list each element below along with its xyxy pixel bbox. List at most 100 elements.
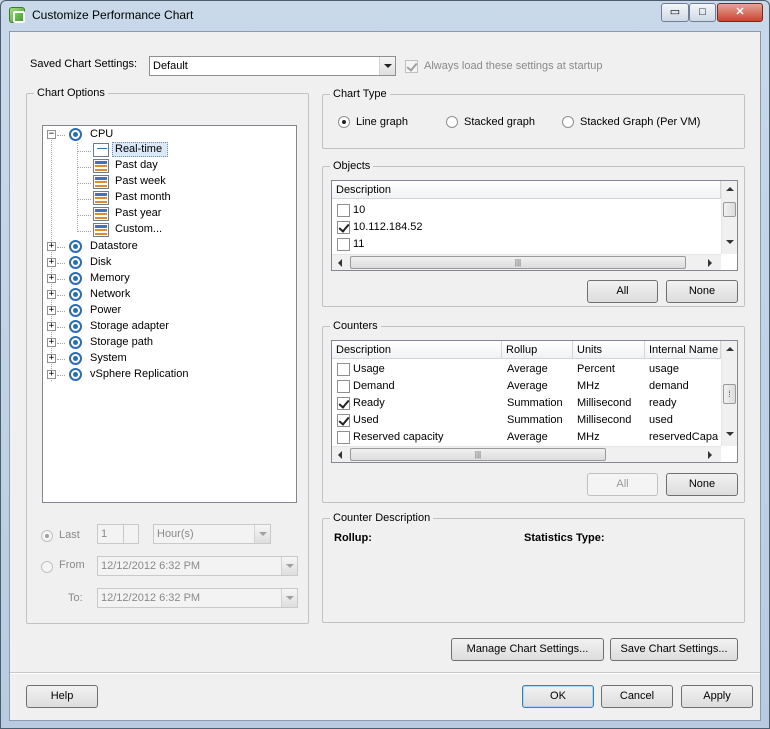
counter-checkbox[interactable]	[337, 431, 350, 444]
scroll-down-icon[interactable]	[726, 432, 734, 436]
expand-icon[interactable]: +	[47, 322, 56, 331]
tree-item-datastore[interactable]: Datastore	[90, 240, 138, 252]
counter-description: Ready	[353, 397, 385, 409]
horizontal-scroll-thumb[interactable]: |||	[350, 256, 686, 269]
collapse-icon[interactable]: −	[47, 130, 56, 139]
scroll-down-icon[interactable]	[726, 240, 734, 244]
tree-item-vsphere-replication[interactable]: vSphere Replication	[90, 368, 188, 380]
scroll-left-icon[interactable]	[338, 259, 342, 267]
minimize-icon: ▭	[669, 6, 681, 18]
scroll-right-icon[interactable]	[708, 451, 712, 459]
counter-checkbox[interactable]	[337, 397, 350, 410]
counters-vertical-scrollbar[interactable]: ⁞	[721, 341, 737, 446]
tree-item-past-week[interactable]: Past week	[115, 175, 166, 187]
line-graph-label[interactable]: Line graph	[356, 116, 408, 128]
title-bar[interactable]: Customize Performance Chart ▭ □ ✕	[1, 1, 769, 31]
tree-item-network[interactable]: Network	[90, 288, 130, 300]
stacked-graph-label[interactable]: Stacked graph	[464, 116, 535, 128]
chevron-down-icon[interactable]	[281, 557, 297, 575]
scroll-left-icon[interactable]	[338, 451, 342, 459]
scroll-thumb[interactable]: ⁞	[723, 384, 736, 404]
tree-item-custom[interactable]: Custom...	[115, 223, 162, 235]
cancel-button[interactable]: Cancel	[601, 685, 673, 708]
always-load-checkbox[interactable]	[405, 60, 418, 73]
counters-none-button[interactable]: None	[666, 473, 738, 496]
line-graph-radio[interactable]	[338, 116, 350, 128]
tree-item-storage-path[interactable]: Storage path	[90, 336, 153, 348]
counters-horizontal-scrollbar[interactable]: |||	[332, 446, 721, 462]
counter-checkbox[interactable]	[337, 363, 350, 376]
scroll-up-icon[interactable]	[726, 187, 734, 191]
stacked-graph-radio[interactable]	[446, 116, 458, 128]
from-date-picker[interactable]: 12/12/2012 6:32 PM	[97, 556, 298, 576]
apply-button[interactable]: Apply	[681, 685, 753, 708]
tree-item-memory[interactable]: Memory	[90, 272, 130, 284]
spinner-arrows-icon[interactable]	[123, 524, 139, 544]
scroll-right-icon[interactable]	[708, 259, 712, 267]
objects-list[interactable]: Description 10 10.112.184.52 11 |||	[331, 180, 738, 271]
expand-icon[interactable]: +	[47, 354, 56, 363]
counters-header-rollup[interactable]: Rollup	[502, 341, 573, 359]
help-button[interactable]: Help	[26, 685, 98, 708]
tree-item-past-month[interactable]: Past month	[115, 191, 171, 203]
tree-item-storage-adapter[interactable]: Storage adapter	[90, 320, 169, 332]
counter-internal-name: usage	[649, 363, 679, 375]
object-checkbox[interactable]	[337, 204, 350, 217]
from-radio[interactable]	[41, 561, 53, 573]
counter-checkbox[interactable]	[337, 414, 350, 427]
objects-horizontal-scrollbar[interactable]: |||	[332, 254, 721, 270]
objects-none-button[interactable]: None	[666, 280, 738, 303]
counters-header-description[interactable]: Description	[332, 341, 502, 359]
tree-item-cpu[interactable]: CPU	[90, 128, 113, 140]
expand-icon[interactable]: +	[47, 338, 56, 347]
minimize-button[interactable]: ▭	[661, 3, 689, 22]
counters-all-button[interactable]: All	[587, 473, 658, 496]
chevron-down-icon[interactable]	[379, 57, 395, 75]
objects-all-button[interactable]: All	[587, 280, 658, 303]
to-date-picker[interactable]: 12/12/2012 6:32 PM	[97, 588, 298, 608]
last-unit-combo[interactable]: Hour(s)	[153, 524, 271, 544]
saved-settings-label: Saved Chart Settings:	[30, 58, 138, 70]
object-checkbox[interactable]	[337, 238, 350, 251]
horizontal-scroll-thumb[interactable]: |||	[350, 448, 606, 461]
chevron-down-icon[interactable]	[254, 525, 270, 543]
tree-item-power[interactable]: Power	[90, 304, 121, 316]
scroll-thumb[interactable]	[723, 202, 736, 217]
chart-options-tree[interactable]: − CPU Real-time Past day Past week Past …	[42, 125, 297, 503]
close-button[interactable]: ✕	[717, 3, 763, 22]
expand-icon[interactable]: +	[47, 274, 56, 283]
chevron-down-icon[interactable]	[281, 589, 297, 607]
tree-item-past-day[interactable]: Past day	[115, 159, 158, 171]
counter-checkbox[interactable]	[337, 380, 350, 393]
expand-icon[interactable]: +	[47, 370, 56, 379]
counters-header-units[interactable]: Units	[573, 341, 645, 359]
tree-item-past-year[interactable]: Past year	[115, 207, 161, 219]
ok-button[interactable]: OK	[522, 685, 594, 708]
tree-item-disk[interactable]: Disk	[90, 256, 111, 268]
counters-header-internal-name[interactable]: Internal Name	[645, 341, 721, 359]
manage-chart-settings-button[interactable]: Manage Chart Settings...	[451, 638, 604, 661]
counters-table[interactable]: Description Rollup Units Internal Name U…	[331, 340, 738, 463]
tree-item-system[interactable]: System	[90, 352, 127, 364]
stacked-graph-per-vm-radio[interactable]	[562, 116, 574, 128]
scroll-up-icon[interactable]	[726, 347, 734, 351]
counter-group-icon	[69, 272, 82, 285]
tree-item-real-time[interactable]: Real-time	[115, 143, 162, 155]
to-label: To:	[68, 592, 83, 604]
saved-settings-combo[interactable]: Default	[149, 56, 396, 76]
tree-guide-line	[57, 135, 65, 136]
expand-icon[interactable]: +	[47, 258, 56, 267]
maximize-button[interactable]: □	[689, 3, 716, 22]
expand-icon[interactable]: +	[47, 242, 56, 251]
counter-internal-name: ready	[649, 397, 677, 409]
object-checkbox[interactable]	[337, 221, 350, 234]
last-value-spinner[interactable]: 1	[97, 524, 139, 544]
expand-icon[interactable]: +	[47, 290, 56, 299]
last-radio[interactable]	[41, 530, 53, 542]
stacked-graph-per-vm-label[interactable]: Stacked Graph (Per VM)	[580, 116, 700, 128]
save-chart-settings-button[interactable]: Save Chart Settings...	[610, 638, 738, 661]
expand-icon[interactable]: +	[47, 306, 56, 315]
objects-vertical-scrollbar[interactable]	[721, 181, 737, 254]
tree-guide-line	[57, 263, 65, 264]
objects-description-header[interactable]: Description	[332, 181, 721, 199]
